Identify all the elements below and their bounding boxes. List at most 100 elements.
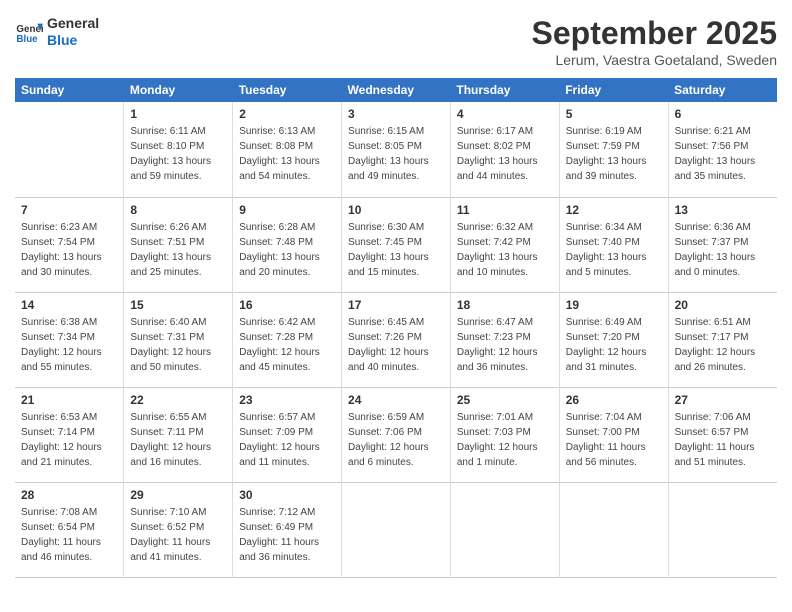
calendar-cell: 17 Sunrise: 6:45 AM Sunset: 7:26 PM Dayli… — [342, 292, 451, 387]
calendar-cell: 20 Sunrise: 6:51 AM Sunset: 7:17 PM Dayli… — [668, 292, 777, 387]
calendar-cell: 13 Sunrise: 6:36 AM Sunset: 7:37 PM Dayli… — [668, 197, 777, 292]
day-detail: Sunrise: 7:06 AM Sunset: 6:57 PM Dayligh… — [675, 410, 771, 470]
calendar-cell: 25Sunrise: 7:01 AM Sunset: 7:03 PM Dayli… — [450, 387, 559, 482]
day-of-week-friday: Friday — [559, 78, 668, 102]
day-number: 18 — [457, 298, 553, 312]
calendar-cell — [559, 482, 668, 577]
day-detail: Sunrise: 6:45 AM Sunset: 7:26 PM Dayligh… — [348, 315, 444, 375]
day-number: 4 — [457, 107, 553, 121]
day-number: 10 — [348, 203, 444, 217]
day-of-week-tuesday: Tuesday — [233, 78, 342, 102]
day-detail: Sunrise: 6:51 AM Sunset: 7:17 PM Dayligh… — [675, 315, 771, 375]
day-number: 28 — [21, 488, 117, 502]
day-detail: Sunrise: 6:47 AM Sunset: 7:23 PM Dayligh… — [457, 315, 553, 375]
calendar-cell — [668, 482, 777, 577]
day-number: 17 — [348, 298, 444, 312]
day-number: 12 — [566, 203, 662, 217]
day-number: 15 — [130, 298, 226, 312]
day-detail: Sunrise: 7:10 AM Sunset: 6:52 PM Dayligh… — [130, 505, 226, 565]
day-detail: Sunrise: 6:13 AM Sunset: 8:08 PM Dayligh… — [239, 124, 335, 184]
day-number: 24 — [348, 393, 444, 407]
day-number: 16 — [239, 298, 335, 312]
calendar-cell: 9Sunrise: 6:28 AM Sunset: 7:48 PM Daylig… — [233, 197, 342, 292]
calendar-cell: 7 Sunrise: 6:23 AM Sunset: 7:54 PM Daylig… — [15, 197, 124, 292]
location: Lerum, Vaestra Goetaland, Sweden — [532, 52, 777, 68]
week-row-1: 1Sunrise: 6:11 AM Sunset: 8:10 PM Daylig… — [15, 102, 777, 197]
calendar-cell: 27Sunrise: 7:06 AM Sunset: 6:57 PM Dayli… — [668, 387, 777, 482]
calendar-cell: 24 Sunrise: 6:59 AM Sunset: 7:06 PM Dayli… — [342, 387, 451, 482]
day-detail: Sunrise: 6:57 AM Sunset: 7:09 PM Dayligh… — [239, 410, 335, 470]
day-detail: Sunrise: 6:36 AM Sunset: 7:37 PM Dayligh… — [675, 220, 771, 280]
week-row-4: 21Sunrise: 6:53 AM Sunset: 7:14 PM Dayli… — [15, 387, 777, 482]
day-detail: Sunrise: 6:53 AM Sunset: 7:14 PM Dayligh… — [21, 410, 117, 470]
day-detail: Sunrise: 6:21 AM Sunset: 7:56 PM Dayligh… — [675, 124, 771, 184]
day-detail: Sunrise: 7:12 AM Sunset: 6:49 PM Dayligh… — [239, 505, 335, 565]
day-detail: Sunrise: 6:49 AM Sunset: 7:20 PM Dayligh… — [566, 315, 662, 375]
day-detail: Sunrise: 6:34 AM Sunset: 7:40 PM Dayligh… — [566, 220, 662, 280]
calendar-cell: 26Sunrise: 7:04 AM Sunset: 7:00 PM Dayli… — [559, 387, 668, 482]
week-row-2: 7 Sunrise: 6:23 AM Sunset: 7:54 PM Daylig… — [15, 197, 777, 292]
day-number: 14 — [21, 298, 117, 312]
calendar-cell: 2Sunrise: 6:13 AM Sunset: 8:08 PM Daylig… — [233, 102, 342, 197]
logo-icon: General Blue — [15, 18, 43, 46]
day-of-week-wednesday: Wednesday — [342, 78, 451, 102]
day-number: 13 — [675, 203, 771, 217]
calendar-cell: 12 Sunrise: 6:34 AM Sunset: 7:40 PM Dayli… — [559, 197, 668, 292]
day-detail: Sunrise: 6:55 AM Sunset: 7:11 PM Dayligh… — [130, 410, 226, 470]
day-detail: Sunrise: 6:30 AM Sunset: 7:45 PM Dayligh… — [348, 220, 444, 280]
day-of-week-sunday: Sunday — [15, 78, 124, 102]
day-detail: Sunrise: 7:08 AM Sunset: 6:54 PM Dayligh… — [21, 505, 117, 565]
calendar-cell: 30 Sunrise: 7:12 AM Sunset: 6:49 PM Dayli… — [233, 482, 342, 577]
month-title: September 2025 — [532, 15, 777, 52]
calendar-cell: 5 Sunrise: 6:19 AM Sunset: 7:59 PM Daylig… — [559, 102, 668, 197]
calendar-cell: 8 Sunrise: 6:26 AM Sunset: 7:51 PM Daylig… — [124, 197, 233, 292]
calendar-header-row: SundayMondayTuesdayWednesdayThursdayFrid… — [15, 78, 777, 102]
day-number: 23 — [239, 393, 335, 407]
calendar-cell: 16Sunrise: 6:42 AM Sunset: 7:28 PM Dayli… — [233, 292, 342, 387]
calendar-cell: 14 Sunrise: 6:38 AM Sunset: 7:34 PM Dayli… — [15, 292, 124, 387]
logo-line1: General — [47, 15, 99, 32]
day-detail: Sunrise: 6:17 AM Sunset: 8:02 PM Dayligh… — [457, 124, 553, 184]
calendar-cell: 11Sunrise: 6:32 AM Sunset: 7:42 PM Dayli… — [450, 197, 559, 292]
week-row-5: 28 Sunrise: 7:08 AM Sunset: 6:54 PM Dayli… — [15, 482, 777, 577]
day-number: 22 — [130, 393, 226, 407]
calendar-cell — [15, 102, 124, 197]
day-detail: Sunrise: 6:19 AM Sunset: 7:59 PM Dayligh… — [566, 124, 662, 184]
calendar-cell: 15 Sunrise: 6:40 AM Sunset: 7:31 PM Dayli… — [124, 292, 233, 387]
svg-text:Blue: Blue — [16, 34, 38, 45]
day-detail: Sunrise: 7:04 AM Sunset: 7:00 PM Dayligh… — [566, 410, 662, 470]
calendar-cell: 3Sunrise: 6:15 AM Sunset: 8:05 PM Daylig… — [342, 102, 451, 197]
day-detail: Sunrise: 6:28 AM Sunset: 7:48 PM Dayligh… — [239, 220, 335, 280]
day-of-week-thursday: Thursday — [450, 78, 559, 102]
calendar-cell: 29 Sunrise: 7:10 AM Sunset: 6:52 PM Dayli… — [124, 482, 233, 577]
calendar-cell — [450, 482, 559, 577]
page-header: General Blue General Blue September 2025… — [15, 15, 777, 68]
title-block: September 2025 Lerum, Vaestra Goetaland,… — [532, 15, 777, 68]
calendar-cell — [342, 482, 451, 577]
day-detail: Sunrise: 6:59 AM Sunset: 7:06 PM Dayligh… — [348, 410, 444, 470]
calendar-cell: 10 Sunrise: 6:30 AM Sunset: 7:45 PM Dayli… — [342, 197, 451, 292]
logo: General Blue General Blue — [15, 15, 99, 49]
day-number: 7 — [21, 203, 117, 217]
day-number: 29 — [130, 488, 226, 502]
day-number: 30 — [239, 488, 335, 502]
day-detail: Sunrise: 6:40 AM Sunset: 7:31 PM Dayligh… — [130, 315, 226, 375]
day-number: 8 — [130, 203, 226, 217]
day-detail: Sunrise: 6:26 AM Sunset: 7:51 PM Dayligh… — [130, 220, 226, 280]
day-detail: Sunrise: 6:23 AM Sunset: 7:54 PM Dayligh… — [21, 220, 117, 280]
day-of-week-monday: Monday — [124, 78, 233, 102]
calendar-table: SundayMondayTuesdayWednesdayThursdayFrid… — [15, 78, 777, 578]
calendar-cell: 19Sunrise: 6:49 AM Sunset: 7:20 PM Dayli… — [559, 292, 668, 387]
logo-line2: Blue — [47, 32, 99, 49]
day-detail: Sunrise: 6:38 AM Sunset: 7:34 PM Dayligh… — [21, 315, 117, 375]
calendar-cell: 21Sunrise: 6:53 AM Sunset: 7:14 PM Dayli… — [15, 387, 124, 482]
calendar-cell: 6Sunrise: 6:21 AM Sunset: 7:56 PM Daylig… — [668, 102, 777, 197]
calendar-cell: 28 Sunrise: 7:08 AM Sunset: 6:54 PM Dayli… — [15, 482, 124, 577]
day-detail: Sunrise: 6:11 AM Sunset: 8:10 PM Dayligh… — [130, 124, 226, 184]
day-detail: Sunrise: 6:15 AM Sunset: 8:05 PM Dayligh… — [348, 124, 444, 184]
day-number: 20 — [675, 298, 771, 312]
day-detail: Sunrise: 6:32 AM Sunset: 7:42 PM Dayligh… — [457, 220, 553, 280]
day-number: 5 — [566, 107, 662, 121]
day-of-week-saturday: Saturday — [668, 78, 777, 102]
week-row-3: 14 Sunrise: 6:38 AM Sunset: 7:34 PM Dayli… — [15, 292, 777, 387]
